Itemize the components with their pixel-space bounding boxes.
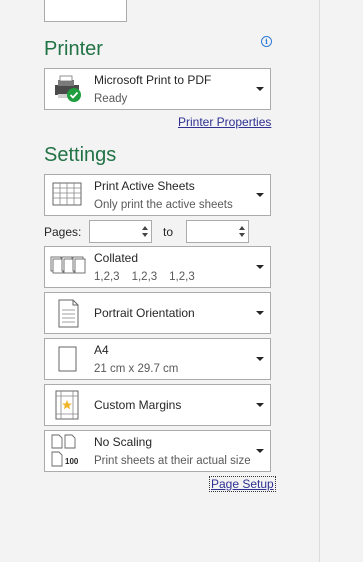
collated-icon — [49, 247, 87, 287]
page-setup-link[interactable]: Page Setup — [209, 476, 276, 492]
paper-size-subtitle: 21 cm x 29.7 cm — [94, 363, 179, 375]
pane-divider — [319, 0, 320, 562]
spin-down-icon[interactable] — [239, 233, 245, 237]
printer-dropdown[interactable]: Microsoft Print to PDF Ready — [44, 68, 271, 110]
print-backstage-pane: Printer i Microsoft Print to PDF Ready P… — [0, 0, 363, 562]
collation-num: 1,2,3 — [131, 271, 158, 283]
scaling-dropdown[interactable]: 100 No Scaling Print sheets at their act… — [44, 430, 271, 472]
paper-size-icon — [49, 339, 87, 379]
scaling-title: No Scaling — [94, 435, 153, 449]
print-what-title: Print Active Sheets — [94, 179, 195, 193]
chevron-down-icon — [256, 357, 264, 361]
portrait-page-icon — [49, 293, 87, 333]
printer-name: Microsoft Print to PDF — [94, 73, 212, 87]
copies-input[interactable] — [44, 0, 127, 22]
margins-title: Custom Margins — [94, 398, 182, 412]
chevron-down-icon — [256, 311, 264, 315]
printer-heading: Printer — [44, 38, 103, 60]
info-icon[interactable]: i — [261, 36, 272, 47]
collation-num: 1,2,3 — [169, 271, 195, 283]
collation-order: 1,2,3 1,2,3 1,2,3 — [94, 271, 207, 283]
spin-down-icon[interactable] — [142, 233, 148, 237]
printer-status: Ready — [94, 93, 128, 105]
collation-num: 1,2,3 — [94, 271, 120, 283]
print-what-subtitle: Only print the active sheets — [94, 199, 233, 211]
print-what-dropdown[interactable]: Print Active Sheets Only print the activ… — [44, 174, 271, 216]
chevron-down-icon — [256, 449, 264, 453]
pages-label: Pages: — [44, 225, 82, 239]
collation-title: Collated — [94, 251, 139, 265]
paper-size-title: A4 — [94, 343, 109, 357]
pages-from-input[interactable] — [89, 220, 152, 243]
printer-properties-link[interactable]: Printer Properties — [178, 115, 271, 129]
collation-dropdown[interactable]: Collated 1,2,3 1,2,3 1,2,3 — [44, 246, 271, 288]
spin-up-icon[interactable] — [142, 226, 148, 230]
orientation-dropdown[interactable]: Portrait Orientation — [44, 292, 271, 334]
chevron-down-icon — [256, 265, 264, 269]
chevron-down-icon — [256, 193, 264, 197]
custom-margins-icon — [49, 385, 87, 425]
printer-icon — [49, 69, 87, 109]
scaling-subtitle: Print sheets at their actual size — [94, 455, 251, 467]
scaling-icon-label: 100 — [65, 457, 79, 466]
orientation-title: Portrait Orientation — [94, 306, 195, 320]
pages-to-label: to — [163, 225, 174, 239]
pages-to-input[interactable] — [186, 220, 249, 243]
chevron-down-icon — [256, 87, 264, 91]
chevron-down-icon — [256, 403, 264, 407]
paper-size-dropdown[interactable]: A4 21 cm x 29.7 cm — [44, 338, 271, 380]
active-sheets-icon — [49, 175, 87, 215]
margins-dropdown[interactable]: Custom Margins — [44, 384, 271, 426]
settings-heading: Settings — [44, 144, 117, 166]
spin-up-icon[interactable] — [239, 226, 245, 230]
